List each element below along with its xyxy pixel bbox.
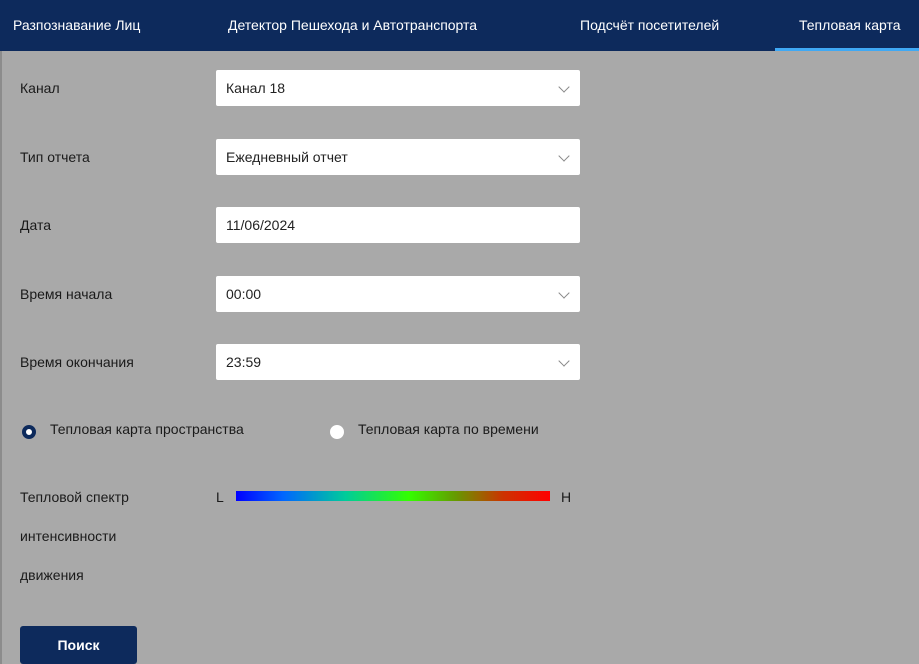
tab-heatmap[interactable]: Тепловая карта (799, 0, 901, 51)
report-type-select[interactable]: Ежедневный отчет (216, 139, 580, 175)
tab-bar: Разпознавание Лиц Детектор Пешехода и Ав… (0, 0, 919, 51)
search-button[interactable]: Поиск (20, 626, 137, 664)
spectrum-high-label: H (561, 489, 572, 505)
channel-select-value: Канал 18 (226, 80, 286, 96)
chevron-down-icon (558, 150, 570, 162)
chevron-down-icon (558, 287, 570, 299)
tab-pedestrian-vehicle-detector[interactable]: Детектор Пешехода и Автотранспорта (228, 0, 477, 51)
radio-space-heatmap-label[interactable]: Тепловая карта пространства (50, 421, 244, 437)
tab-visitor-count[interactable]: Подсчёт посетителей (580, 0, 719, 51)
radio-space-heatmap[interactable] (22, 425, 36, 439)
date-label: Дата (20, 217, 52, 233)
report-type-label: Тип отчета (20, 149, 90, 165)
start-time-select-value: 00:00 (226, 286, 262, 302)
date-input[interactable]: 11/06/2024 (216, 207, 580, 243)
start-time-select[interactable]: 00:00 (216, 276, 580, 312)
end-time-select-value: 23:59 (226, 354, 262, 370)
date-input-value: 11/06/2024 (226, 217, 296, 233)
end-time-label: Время окончания (20, 354, 134, 370)
chevron-down-icon (558, 355, 570, 367)
channel-select[interactable]: Канал 18 (216, 70, 580, 106)
spectrum-label-line3: движения (20, 567, 84, 583)
radio-time-heatmap-label[interactable]: Тепловая карта по времени (358, 421, 539, 437)
spectrum-low-label: L (216, 489, 224, 505)
channel-label: Канал (20, 80, 60, 96)
active-tab-indicator (775, 48, 919, 51)
radio-time-heatmap[interactable] (330, 425, 344, 439)
report-type-select-value: Ежедневный отчет (226, 149, 348, 165)
heat-spectrum-bar (236, 491, 550, 501)
window-left-border (0, 0, 2, 664)
start-time-label: Время начала (20, 286, 113, 302)
spectrum-label-line2: интенсивности (20, 528, 117, 544)
spectrum-label-line1: Тепловой спектр (20, 489, 129, 505)
chevron-down-icon (558, 81, 570, 93)
end-time-select[interactable]: 23:59 (216, 344, 580, 380)
tab-face-recognition[interactable]: Разпознавание Лиц (13, 0, 140, 51)
